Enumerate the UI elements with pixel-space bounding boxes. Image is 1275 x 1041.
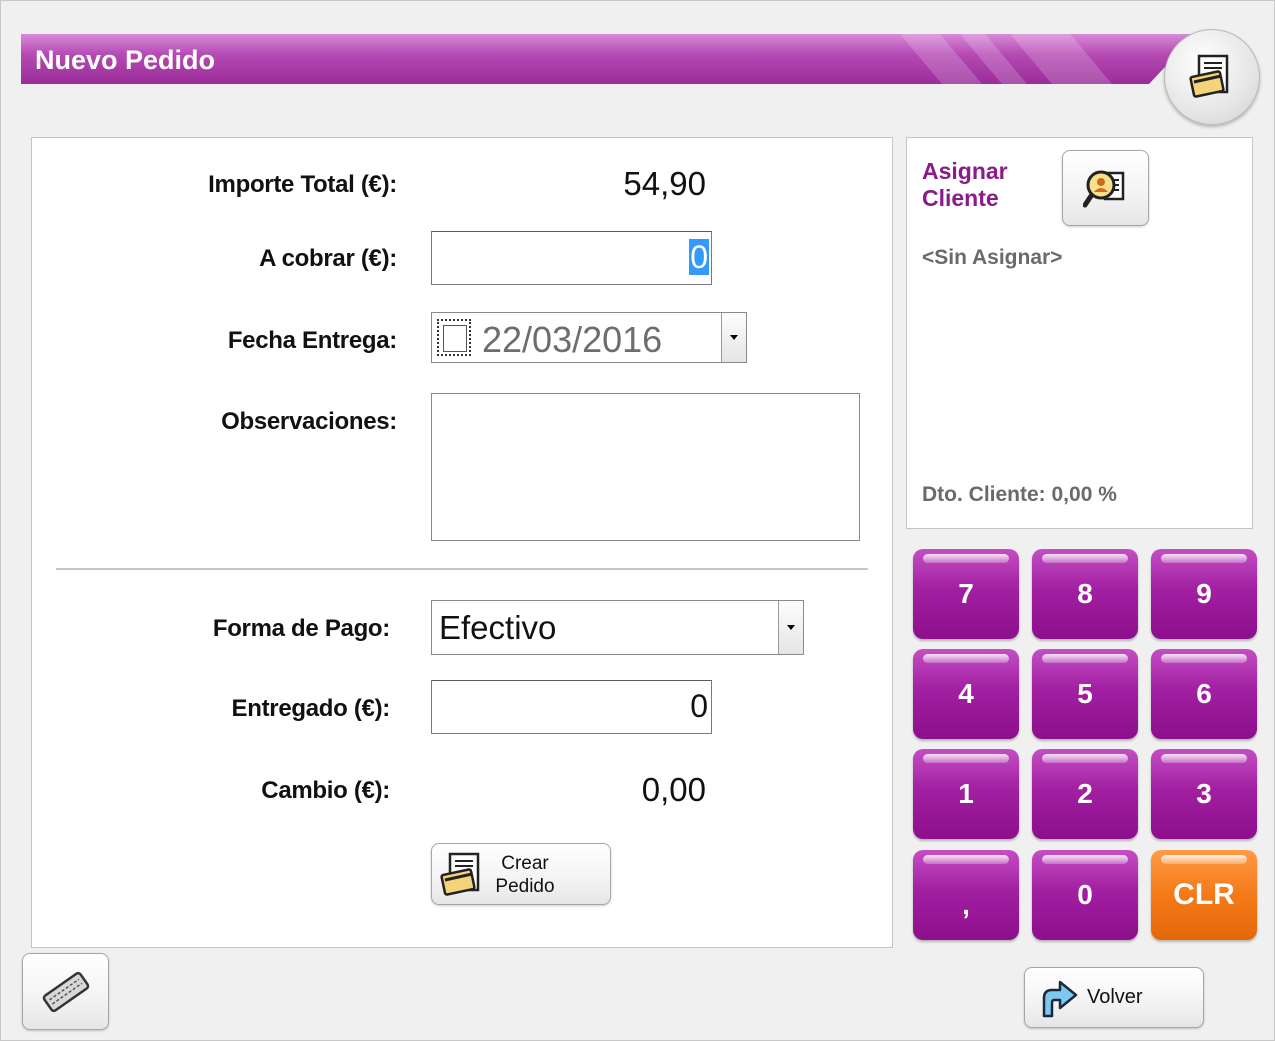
- order-card-icon: [1189, 54, 1229, 98]
- crear-pedido-button[interactable]: Crear Pedido: [431, 843, 611, 905]
- keypad-2-button[interactable]: 2: [1032, 749, 1138, 839]
- form-divider: [56, 568, 868, 570]
- keypad-0-label: 0: [1077, 879, 1093, 910]
- keypad-clear-button[interactable]: CLR: [1151, 850, 1257, 940]
- crear-pedido-label-line2: Pedido: [495, 876, 555, 897]
- keypad-8-button[interactable]: 8: [1032, 549, 1138, 639]
- fecha-entrega-dropdown-button[interactable]: [721, 313, 746, 362]
- keyboard-icon: [42, 971, 89, 1012]
- keypad-9-button[interactable]: 9: [1151, 549, 1257, 639]
- a-cobrar-value: 0: [689, 239, 709, 275]
- forma-pago-label: Forma de Pago:: [212, 615, 390, 642]
- client-discount: Dto. Cliente: 0,00 %: [922, 483, 1117, 506]
- keypad-5-label: 5: [1077, 678, 1093, 709]
- search-client-icon: [1082, 170, 1124, 208]
- forma-pago-value: Efectivo: [439, 609, 557, 646]
- crear-pedido-label-line1: Crear: [501, 853, 549, 874]
- keypad-0-button[interactable]: 0: [1032, 850, 1138, 940]
- keypad-6-button[interactable]: 6: [1151, 649, 1257, 739]
- keypad-comma-label: ,: [962, 889, 970, 920]
- importe-total-label: Importe Total (€):: [208, 171, 397, 198]
- observaciones-textarea[interactable]: [431, 393, 860, 541]
- fecha-entrega-label: Fecha Entrega:: [227, 327, 397, 354]
- keypad-4-label: 4: [958, 678, 974, 709]
- keypad-3-button[interactable]: 3: [1151, 749, 1257, 839]
- window-title: Nuevo Pedido: [35, 45, 216, 75]
- keypad-2-label: 2: [1077, 778, 1093, 809]
- observaciones-label: Observaciones:: [221, 408, 397, 435]
- keypad-1-button[interactable]: 1: [913, 749, 1019, 839]
- search-client-button[interactable]: [1062, 150, 1149, 226]
- keypad-9-label: 9: [1196, 578, 1212, 609]
- keypad-comma-button[interactable]: ,: [913, 850, 1019, 940]
- order-card-icon-button[interactable]: [1164, 29, 1260, 125]
- back-arrow-icon: [1042, 980, 1078, 1018]
- forma-pago-select[interactable]: Efectivo: [431, 600, 804, 655]
- entregado-input[interactable]: 0: [431, 680, 712, 734]
- importe-total-value: 54,90: [623, 165, 706, 202]
- assign-client-line1: Asignar: [922, 158, 1008, 184]
- keypad-7-label: 7: [958, 578, 974, 609]
- assign-client-label: Asignar Cliente: [922, 158, 1008, 212]
- order-card-icon: [440, 852, 480, 896]
- entregado-label: Entregado (€):: [231, 695, 391, 722]
- keypad-clear-label: CLR: [1173, 878, 1235, 911]
- cambio-label: Cambio (€):: [261, 777, 390, 804]
- keypad-7-button[interactable]: 7: [913, 549, 1019, 639]
- a-cobrar-label: A cobrar (€):: [259, 245, 397, 272]
- keypad-3-label: 3: [1196, 778, 1212, 809]
- fecha-entrega-checkbox[interactable]: [437, 319, 471, 356]
- volver-label: Volver: [1087, 986, 1143, 1008]
- keypad-8-label: 8: [1077, 578, 1093, 609]
- keypad-1-label: 1: [958, 778, 974, 809]
- a-cobrar-input[interactable]: 0: [431, 231, 712, 285]
- volver-button[interactable]: Volver: [1024, 967, 1204, 1028]
- keypad-6-label: 6: [1196, 678, 1212, 709]
- assign-client-line2: Cliente: [922, 185, 999, 211]
- fecha-entrega-picker[interactable]: 22/03/2016: [431, 312, 747, 363]
- keypad-5-button[interactable]: 5: [1032, 649, 1138, 739]
- forma-pago-dropdown-button[interactable]: [778, 601, 803, 654]
- keypad-4-button[interactable]: 4: [913, 649, 1019, 739]
- cambio-value: 0,00: [641, 771, 706, 808]
- entregado-value: 0: [690, 688, 708, 724]
- client-name: <Sin Asignar>: [922, 246, 1063, 269]
- keyboard-button[interactable]: [22, 953, 109, 1030]
- fecha-entrega-value: 22/03/2016: [482, 319, 663, 360]
